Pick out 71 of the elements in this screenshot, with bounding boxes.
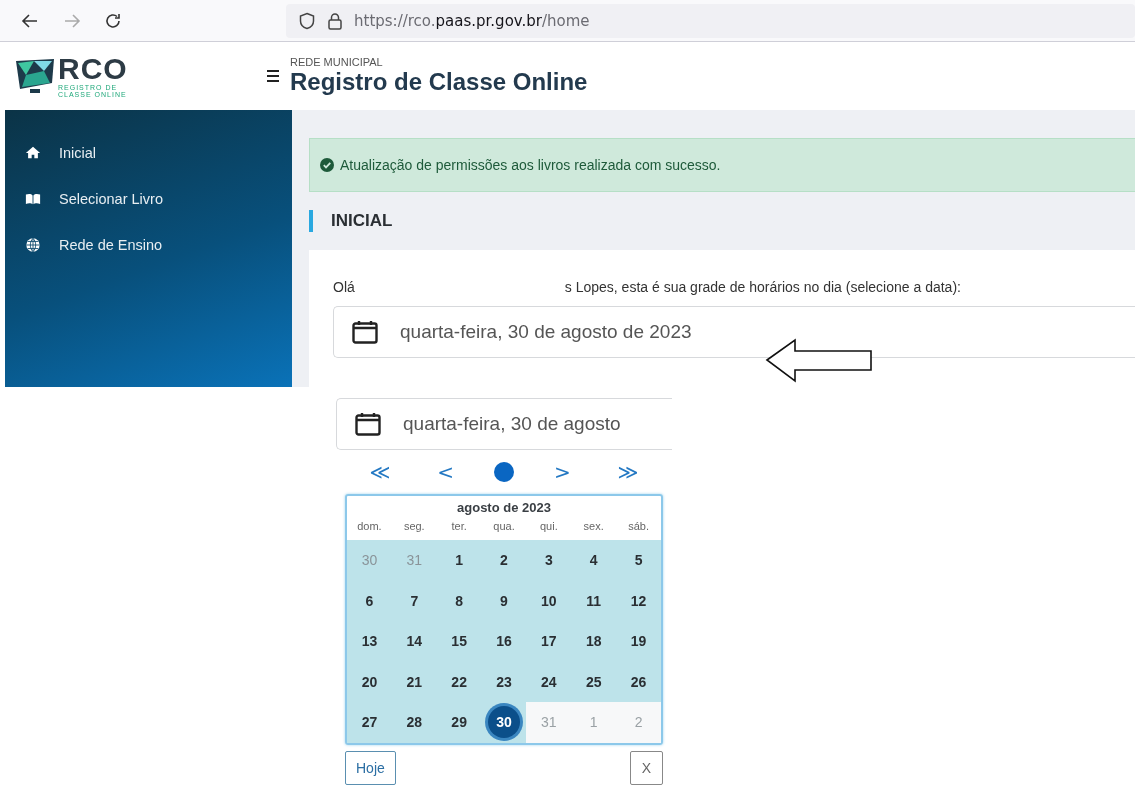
calendar-day[interactable]: 21 bbox=[391, 661, 437, 702]
previous-month-button[interactable]: < bbox=[429, 460, 463, 484]
weekday-label: ter. bbox=[450, 520, 468, 534]
close-button[interactable]: X bbox=[630, 750, 663, 785]
calendar-day[interactable]: 26 bbox=[616, 661, 661, 702]
calendar-icon bbox=[352, 320, 378, 344]
weekday-label: sáb. bbox=[627, 520, 650, 534]
header-overline: REDE MUNICIPAL bbox=[290, 56, 384, 68]
calendar-day[interactable]: 23 bbox=[481, 661, 527, 702]
sidebar-item[interactable]: Inicial bbox=[5, 130, 97, 176]
selected-day[interactable]: 30 bbox=[481, 702, 527, 743]
weekday-label: sex. bbox=[582, 520, 605, 534]
calendar-day[interactable]: 28 bbox=[391, 702, 437, 743]
calendar-day[interactable]: 12 bbox=[616, 580, 661, 621]
calendar-day[interactable]: 1 bbox=[436, 540, 482, 581]
shield-icon[interactable] bbox=[298, 11, 316, 30]
globe-icon bbox=[25, 237, 41, 253]
calendar-day[interactable]: 27 bbox=[347, 702, 392, 743]
weekday-label: qua. bbox=[492, 520, 516, 534]
calendar-day[interactable]: 15 bbox=[436, 621, 482, 662]
calendar-day[interactable]: 19 bbox=[616, 621, 661, 662]
calendar-day[interactable]: 14 bbox=[391, 621, 437, 662]
calendar-day[interactable]: 22 bbox=[436, 661, 482, 702]
calendar-day[interactable]: 2 bbox=[481, 540, 527, 581]
sidebar-item[interactable]: Rede de Ensino bbox=[5, 222, 163, 268]
calendar-day[interactable]: 16 bbox=[481, 621, 527, 662]
next-year-button[interactable]: ≫ bbox=[609, 460, 647, 484]
date-field[interactable]: quarta-feira, 30 de agosto de 2023 bbox=[333, 306, 1135, 358]
weekday-label: seg. bbox=[402, 520, 426, 534]
calendar-day[interactable]: 11 bbox=[571, 580, 617, 621]
calendar-day[interactable]: 29 bbox=[436, 702, 482, 743]
logo-text: RCO bbox=[58, 54, 128, 84]
calendar-day[interactable]: 8 bbox=[436, 580, 482, 621]
home-icon bbox=[25, 145, 41, 161]
calendar-day[interactable]: 4 bbox=[571, 540, 617, 581]
date-field[interactable]: quarta-feira, 30 de agosto bbox=[336, 398, 672, 450]
weekday-label: qui. bbox=[538, 520, 559, 534]
calendar-day[interactable]: 6 bbox=[347, 580, 392, 621]
section-title: INICIAL bbox=[331, 211, 393, 231]
weekday-label: dom. bbox=[356, 520, 383, 534]
calendar-day[interactable]: 10 bbox=[526, 580, 572, 621]
calendar-day[interactable]: 20 bbox=[347, 661, 392, 702]
calendar-day[interactable]: 9 bbox=[481, 580, 527, 621]
calendar-day[interactable]: 17 bbox=[526, 621, 572, 662]
next-month-button[interactable]: > bbox=[545, 460, 579, 484]
address-bar-url[interactable]: https://rco.paas.pr.gov.br/home bbox=[354, 11, 590, 30]
app-title: Registro de Classe Online bbox=[290, 68, 588, 96]
calendar-day[interactable]: 18 bbox=[571, 621, 617, 662]
calendar-day[interactable]: 5 bbox=[616, 540, 661, 581]
today-button[interactable]: Hoje bbox=[345, 750, 396, 785]
previous-year-button[interactable]: ≪ bbox=[361, 460, 399, 484]
logo-icon bbox=[14, 57, 56, 95]
book-icon bbox=[25, 191, 41, 207]
reload-icon[interactable] bbox=[104, 11, 122, 30]
calendar-day[interactable]: 7 bbox=[391, 580, 437, 621]
calendar-day[interactable]: 24 bbox=[526, 661, 572, 702]
calendar-day[interactable]: 25 bbox=[571, 661, 617, 702]
menu-icon[interactable] bbox=[266, 69, 280, 83]
month-title: agosto de 2023 bbox=[456, 499, 552, 517]
alert-message: Atualização de permissões aos livros realizada com sucesso. bbox=[340, 157, 721, 173]
calendar-day[interactable]: 13 bbox=[347, 621, 392, 662]
check-circle-icon bbox=[320, 158, 334, 172]
sidebar-item[interactable]: Selecionar Livro bbox=[5, 176, 163, 222]
greeting-text: s Lopes, esta é sua grade de horários no dia (selecione a data): bbox=[564, 279, 961, 295]
current-date-dot-icon[interactable] bbox=[492, 461, 515, 483]
calendar-day[interactable]: 3 bbox=[526, 540, 572, 581]
greeting-text: Olá bbox=[333, 279, 355, 295]
calendar-icon bbox=[355, 412, 381, 436]
left-arrow-annotation-icon bbox=[765, 338, 873, 384]
back-icon[interactable] bbox=[20, 11, 40, 30]
lock-icon[interactable] bbox=[326, 11, 344, 30]
